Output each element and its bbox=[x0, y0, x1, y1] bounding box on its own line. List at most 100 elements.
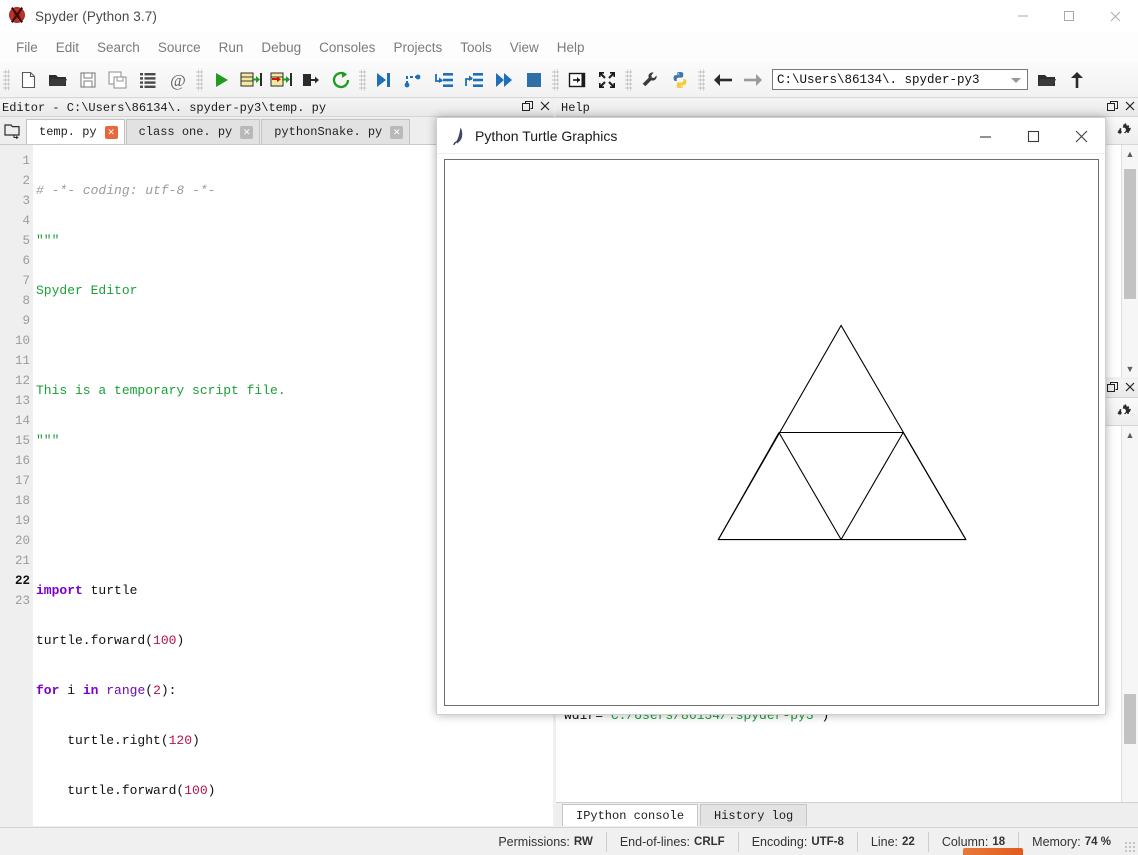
step-over-icon[interactable] bbox=[399, 65, 429, 95]
console-scrollbar[interactable]: ▲ ▼ bbox=[1121, 426, 1138, 826]
gear-icon[interactable] bbox=[1112, 120, 1134, 142]
new-file-icon[interactable] bbox=[13, 65, 43, 95]
editor-tab-label: temp. py bbox=[39, 125, 97, 139]
turtle-maximize-button[interactable] bbox=[1009, 118, 1057, 154]
browse-tabs-icon[interactable] bbox=[0, 116, 26, 144]
editor-tab-class-one-py[interactable]: class one. py ✕ bbox=[125, 119, 261, 144]
turtle-window-titlebar[interactable]: Python Turtle Graphics bbox=[437, 118, 1105, 154]
menu-help[interactable]: Help bbox=[548, 37, 594, 58]
pythonpath-manager-icon[interactable] bbox=[665, 65, 695, 95]
close-icon[interactable]: ✕ bbox=[390, 125, 404, 139]
window-title: Spyder (Python 3.7) bbox=[35, 8, 157, 24]
fullscreen-icon[interactable] bbox=[592, 65, 622, 95]
run-selection-icon[interactable] bbox=[296, 65, 326, 95]
run-cell-advance-icon[interactable] bbox=[266, 65, 296, 95]
scroll-down-arrow-icon[interactable]: ▼ bbox=[1122, 360, 1138, 377]
toolbar-grip[interactable] bbox=[3, 68, 10, 91]
line-number: 18 bbox=[14, 494, 30, 508]
scroll-up-arrow-icon[interactable]: ▲ bbox=[1122, 145, 1138, 162]
continue-icon[interactable] bbox=[489, 65, 519, 95]
maximize-button[interactable] bbox=[1046, 0, 1092, 32]
up-arrow-icon[interactable] bbox=[1062, 65, 1092, 95]
undock-icon[interactable] bbox=[1107, 100, 1118, 116]
code-line: turtle.right(120) bbox=[36, 733, 200, 748]
preferences-icon[interactable] bbox=[635, 65, 665, 95]
line-number: 13 bbox=[14, 394, 30, 408]
toolbar-grip-tools[interactable] bbox=[625, 68, 632, 91]
status-line: Line: 22 bbox=[856, 831, 928, 852]
close-icon[interactable]: ✕ bbox=[104, 125, 118, 139]
status-memory: Memory: 74 % bbox=[1018, 831, 1124, 852]
find-symbol-icon[interactable]: @ bbox=[163, 65, 193, 95]
tab-history-log[interactable]: History log bbox=[700, 804, 808, 826]
menu-view[interactable]: View bbox=[501, 37, 548, 58]
forward-arrow-icon[interactable] bbox=[738, 65, 768, 95]
resize-grip[interactable] bbox=[1124, 841, 1136, 853]
turtle-canvas[interactable] bbox=[444, 159, 1099, 706]
close-pane-icon[interactable] bbox=[1125, 382, 1135, 396]
scrollbar-thumb[interactable] bbox=[1124, 169, 1136, 299]
step-return-icon[interactable] bbox=[459, 65, 489, 95]
status-end-of-lines: End-of-lines: CRLF bbox=[605, 831, 738, 852]
turtle-minimize-button[interactable] bbox=[961, 118, 1009, 154]
turtle-window-title: Python Turtle Graphics bbox=[475, 127, 618, 144]
menu-source[interactable]: Source bbox=[149, 37, 210, 58]
toolbar-grip-run[interactable] bbox=[196, 68, 203, 91]
menu-debug[interactable]: Debug bbox=[252, 37, 310, 58]
debug-file-icon[interactable] bbox=[369, 65, 399, 95]
scrollbar-thumb[interactable] bbox=[1124, 694, 1136, 744]
line-number: 2 bbox=[22, 174, 30, 188]
minimize-button[interactable] bbox=[1000, 0, 1046, 32]
status-permissions: Permissions: RW bbox=[485, 832, 606, 852]
open-file-icon[interactable] bbox=[43, 65, 73, 95]
back-arrow-icon[interactable] bbox=[708, 65, 738, 95]
open-folder-icon[interactable] bbox=[1032, 65, 1062, 95]
status-line-value: 22 bbox=[902, 835, 915, 848]
editor-tab-temp-py[interactable]: temp. py ✕ bbox=[26, 119, 125, 144]
python-turtle-graphics-window[interactable]: Python Turtle Graphics bbox=[436, 117, 1106, 715]
maximize-pane-icon[interactable] bbox=[562, 65, 592, 95]
working-directory-combo[interactable]: C:\Users\86134\. spyder-py3 bbox=[772, 69, 1028, 90]
undock-icon[interactable] bbox=[522, 100, 533, 116]
status-bar: Permissions: RW End-of-lines: CRLF Encod… bbox=[0, 827, 1138, 855]
file-switcher-icon[interactable] bbox=[133, 65, 163, 95]
line-number: 8 bbox=[22, 294, 30, 308]
tab-ipython-console[interactable]: IPython console bbox=[562, 804, 699, 826]
save-all-icon[interactable] bbox=[103, 65, 133, 95]
help-scrollbar[interactable]: ▲ ▼ bbox=[1121, 145, 1138, 377]
menu-file[interactable]: File bbox=[7, 37, 47, 58]
run-cell-icon[interactable] bbox=[236, 65, 266, 95]
taskbar-accent-marker bbox=[963, 848, 1023, 855]
line-number: 19 bbox=[14, 514, 30, 528]
main-toolbar: @ C:\Users\86134\. spyder-py3 bbox=[0, 62, 1138, 98]
close-button[interactable] bbox=[1092, 0, 1138, 32]
menu-search[interactable]: Search bbox=[88, 37, 149, 58]
toolbar-grip-layout[interactable] bbox=[552, 68, 559, 91]
toolbar-grip-nav[interactable] bbox=[698, 68, 705, 91]
save-file-icon[interactable] bbox=[73, 65, 103, 95]
editor-tab-pythonsnake-py[interactable]: pythonSnake. py ✕ bbox=[261, 119, 411, 144]
run-file-icon[interactable] bbox=[206, 65, 236, 95]
menu-run[interactable]: Run bbox=[210, 37, 253, 58]
close-pane-icon[interactable] bbox=[1125, 101, 1135, 115]
menu-tools[interactable]: Tools bbox=[451, 37, 501, 58]
re-run-icon[interactable] bbox=[326, 65, 356, 95]
chevron-down-icon[interactable] bbox=[1011, 77, 1021, 83]
close-pane-icon[interactable] bbox=[540, 101, 550, 115]
status-memory-label: Memory: bbox=[1032, 834, 1081, 849]
step-into-icon[interactable] bbox=[429, 65, 459, 95]
help-pane-header: Help bbox=[556, 99, 1138, 117]
turtle-close-button[interactable] bbox=[1057, 118, 1105, 154]
menu-edit[interactable]: Edit bbox=[47, 37, 88, 58]
toolbar-grip-debug[interactable] bbox=[359, 68, 366, 91]
menu-projects[interactable]: Projects bbox=[384, 37, 451, 58]
menu-consoles[interactable]: Consoles bbox=[310, 37, 384, 58]
gear-icon[interactable] bbox=[1112, 401, 1134, 423]
status-memory-value: 74 % bbox=[1084, 835, 1111, 848]
line-number: 3 bbox=[22, 194, 30, 208]
stop-debug-icon[interactable] bbox=[519, 65, 549, 95]
close-icon[interactable]: ✕ bbox=[240, 125, 254, 139]
undock-icon[interactable] bbox=[1107, 381, 1118, 397]
spyder-logo-icon bbox=[9, 7, 27, 25]
scroll-up-arrow-icon[interactable]: ▲ bbox=[1122, 426, 1138, 443]
